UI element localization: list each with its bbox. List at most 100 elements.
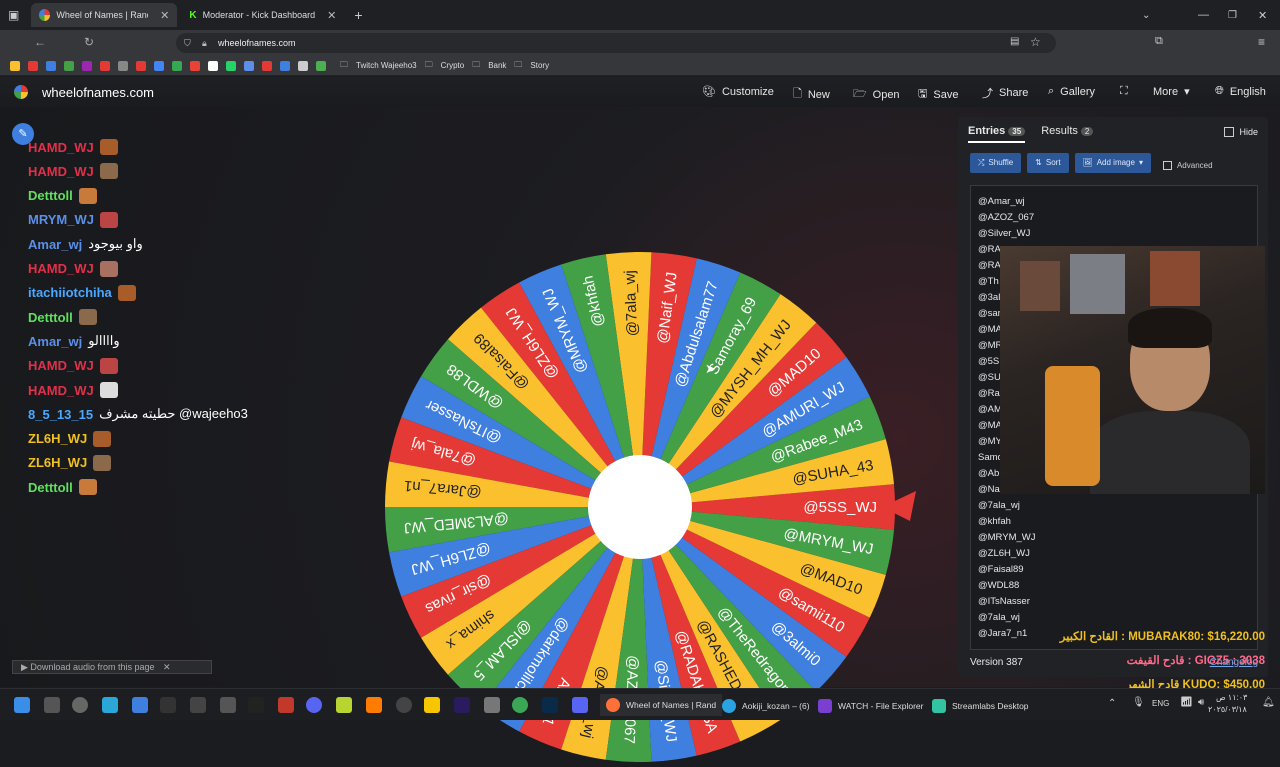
tray-chevron-icon[interactable]: ⌃ <box>1108 698 1116 709</box>
bookmark-icon[interactable] <box>136 60 146 71</box>
close-icon[interactable]: ✕ <box>163 662 171 672</box>
task-streamlabs[interactable]: Streamlabs Desktop <box>932 697 1029 715</box>
back-icon[interactable]: ← <box>34 35 46 49</box>
bookmark-icon[interactable] <box>46 60 56 71</box>
bookmark-folder-crypto[interactable]: Crypto <box>441 61 465 70</box>
mic-icon[interactable]: 🎙︎ <box>1132 697 1145 708</box>
app-icon[interactable] <box>306 697 322 713</box>
app-icon[interactable] <box>248 697 264 713</box>
restore-icon[interactable]: ❐ <box>1228 10 1237 21</box>
chat-username[interactable]: Amar_wj <box>28 237 82 252</box>
app-icon[interactable] <box>190 697 206 713</box>
edit-pencil-icon[interactable]: ✎ <box>12 123 34 145</box>
app-icon[interactable] <box>102 697 118 713</box>
task-file-explorer[interactable]: WATCH - File Explorer <box>818 697 923 715</box>
minimize-icon[interactable]: — <box>1198 9 1209 21</box>
nav-language[interactable]: 🌐︎ English <box>1215 85 1266 98</box>
chat-username[interactable]: 8_5_13_15 <box>28 407 93 422</box>
chat-username[interactable]: HAMD_WJ <box>28 383 94 398</box>
app-icon[interactable] <box>424 697 440 713</box>
app-icon[interactable] <box>44 697 60 713</box>
tab-results[interactable]: Results 2 <box>1041 125 1094 143</box>
bookmark-icon[interactable] <box>244 60 254 71</box>
reader-icon[interactable]: ▤ <box>1010 36 1019 47</box>
tab-list-icon[interactable]: ▣ <box>8 8 19 22</box>
bookmark-star-icon[interactable]: ☆ <box>1030 35 1041 49</box>
chat-username[interactable]: ZL6H_WJ <box>28 455 87 470</box>
bookmark-folder-story[interactable]: Story <box>530 61 549 70</box>
nav-gallery[interactable]: ⌕ Gallery <box>1048 85 1095 98</box>
extensions-icon[interactable]: ⧉ <box>1155 35 1163 48</box>
close-tab-icon[interactable]: ✕ <box>160 9 169 22</box>
wheel-center[interactable] <box>588 455 692 559</box>
advanced-toggle[interactable]: Advanced <box>1157 153 1213 173</box>
app-icon[interactable] <box>336 697 352 713</box>
menu-icon[interactable]: ≡ <box>1258 35 1265 49</box>
chat-username[interactable]: Amar_wj <box>28 334 82 349</box>
app-icon[interactable] <box>220 697 236 713</box>
url-field[interactable]: ⛉ 🔒︎ wheelofnames.com <box>176 33 1056 53</box>
volume-icon[interactable]: 🔊︎ <box>1198 697 1204 708</box>
bookmark-icon[interactable] <box>118 60 128 71</box>
bookmark-icon[interactable] <box>226 60 236 71</box>
chat-username[interactable]: HAMD_WJ <box>28 140 94 155</box>
task-telegram[interactable]: Aokiji_kozan – (6) <box>722 697 810 715</box>
shuffle-button[interactable]: ⤮ Shuffle <box>970 153 1022 173</box>
bookmark-icon[interactable] <box>82 60 92 71</box>
chat-username[interactable]: itachiiotchiha <box>28 285 112 300</box>
notification-icon[interactable]: 🔔︎ <box>1262 697 1275 708</box>
bookmark-icon[interactable] <box>208 60 218 71</box>
chat-username[interactable]: Detttoll <box>28 480 73 495</box>
bookmark-icon[interactable] <box>190 60 200 71</box>
fullscreen-button[interactable]: ⛶ <box>1120 85 1128 98</box>
close-tab-icon[interactable]: ✕ <box>327 9 336 22</box>
bookmark-icon[interactable] <box>316 60 326 71</box>
app-icon[interactable] <box>72 697 88 713</box>
app-icon[interactable] <box>132 697 148 713</box>
bookmark-icon[interactable] <box>172 60 182 71</box>
premiere-icon[interactable] <box>454 697 470 713</box>
chat-username[interactable]: HAMD_WJ <box>28 358 94 373</box>
bookmark-icon[interactable] <box>10 60 20 71</box>
chat-username[interactable]: Detttoll <box>28 310 73 325</box>
chat-username[interactable]: HAMD_WJ <box>28 261 94 276</box>
app-icon[interactable] <box>484 697 500 713</box>
discord-icon[interactable] <box>572 697 588 713</box>
bookmark-icon[interactable] <box>298 60 308 71</box>
chat-username[interactable]: ZL6H_WJ <box>28 431 87 446</box>
language-indicator[interactable]: ENG <box>1152 699 1169 708</box>
nav-more[interactable]: More ▾ <box>1153 85 1190 99</box>
tab-search-icon[interactable]: ⌄ <box>1142 10 1150 21</box>
sort-button[interactable]: ⇅ Sort <box>1027 153 1069 173</box>
bookmark-icon[interactable] <box>154 60 164 71</box>
tab-kick-dashboard[interactable]: K Moderator - Kick Dashboard ✕ <box>181 3 344 27</box>
app-icon[interactable] <box>160 697 176 713</box>
app-icon[interactable] <box>396 697 412 713</box>
nav-open[interactable]: 🗁︎ Open <box>853 85 900 104</box>
bookmark-folder-bank[interactable]: Bank <box>488 61 506 70</box>
clock-time[interactable]: ١١:٠٣ ص <box>1216 693 1247 702</box>
windows-start-icon[interactable] <box>14 697 30 713</box>
chat-username[interactable]: MRYM_WJ <box>28 212 94 227</box>
bookmark-icon[interactable] <box>262 60 272 71</box>
tab-wheel-of-names[interactable]: Wheel of Names | Rand ✕ <box>31 3 178 27</box>
nav-save[interactable]: 🖫︎ Save <box>918 85 958 104</box>
reload-icon[interactable]: ↻ <box>84 35 94 49</box>
bookmark-icon[interactable] <box>64 60 74 71</box>
clock-date[interactable]: ٢٠٢٥/٠٣/١٨ <box>1208 705 1247 714</box>
illustrator-icon[interactable] <box>366 697 382 713</box>
bookmark-folder-twitch[interactable]: Twitch Wajeeho3 <box>356 61 417 70</box>
photoshop-icon[interactable] <box>542 697 558 713</box>
site-logo[interactable]: wheelofnames.com <box>42 85 154 100</box>
chat-username[interactable]: Detttoll <box>28 188 73 203</box>
app-icon[interactable] <box>512 697 528 713</box>
nav-customize[interactable]: 🎨︎ Customize <box>702 85 774 99</box>
add-image-button[interactable]: 🖼︎ Add image ▾ <box>1074 153 1151 173</box>
close-window-icon[interactable]: ✕ <box>1258 9 1267 22</box>
hide-toggle[interactable]: Hide <box>1224 127 1258 137</box>
task-firefox[interactable]: Wheel of Names | Rand <box>600 694 723 716</box>
download-audio-bar[interactable]: ▶ Download audio from this page ✕ <box>12 660 212 674</box>
bookmark-icon[interactable] <box>280 60 290 71</box>
nav-share[interactable]: ⤴︎ Share <box>982 85 1028 101</box>
wifi-icon[interactable]: 📶︎ <box>1180 697 1193 708</box>
